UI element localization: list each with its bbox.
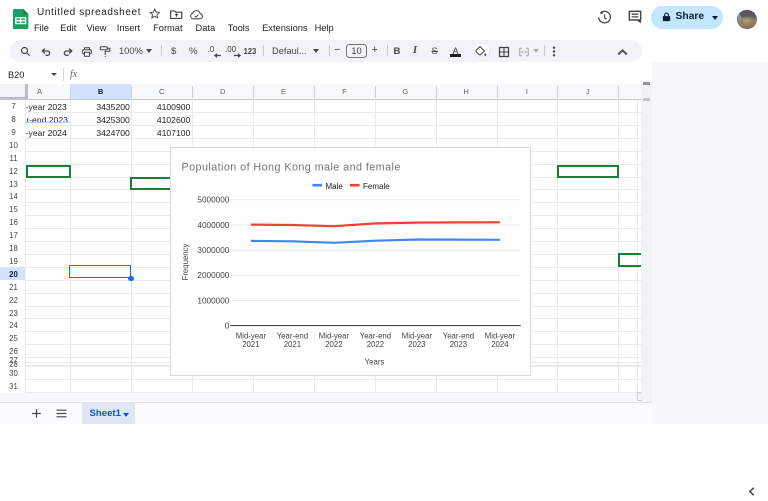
svg-text:1000000: 1000000	[197, 296, 229, 305]
svg-text:Male: Male	[325, 182, 343, 191]
svg-text:2023: 2023	[408, 340, 425, 349]
svg-text:2022: 2022	[325, 340, 342, 349]
svg-text:3000000: 3000000	[197, 246, 229, 255]
svg-text:Population of Hong Kong male a: Population of Hong Kong male and female	[181, 162, 400, 174]
svg-text:2022: 2022	[367, 340, 384, 349]
svg-text:5000000: 5000000	[197, 196, 229, 205]
svg-text:4000000: 4000000	[197, 221, 229, 230]
svg-text:Frequency: Frequency	[181, 243, 190, 280]
svg-text:2000000: 2000000	[197, 271, 229, 280]
svg-text:2021: 2021	[242, 340, 259, 349]
svg-text:2023: 2023	[450, 340, 467, 349]
svg-text:Years: Years	[364, 358, 384, 367]
svg-text:0: 0	[225, 322, 230, 331]
svg-text:Female: Female	[363, 182, 390, 191]
svg-text:2021: 2021	[284, 340, 301, 349]
svg-text:2024: 2024	[491, 340, 509, 349]
